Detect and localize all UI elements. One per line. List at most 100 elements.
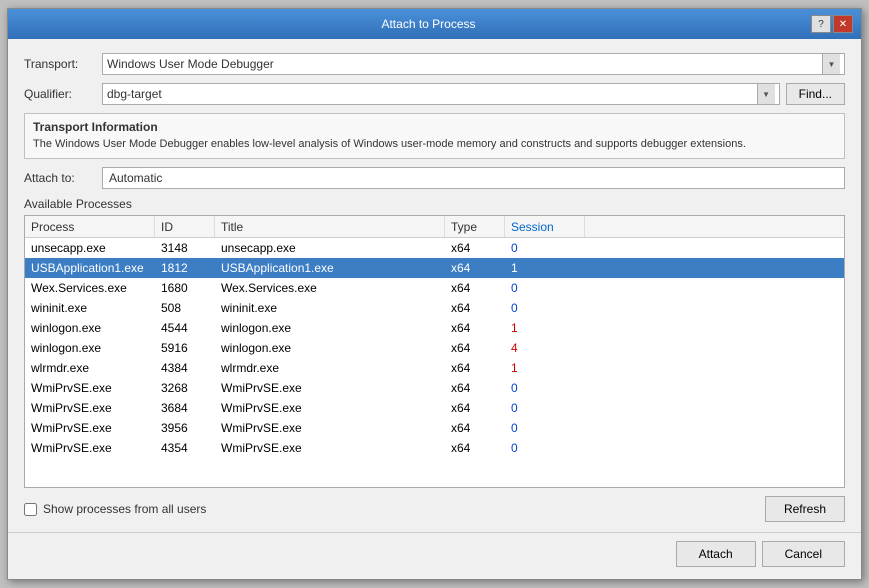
cell-title: winlogon.exe: [215, 339, 445, 357]
cell-type: x64: [445, 359, 505, 377]
cell-process: WmiPrvSE.exe: [25, 379, 155, 397]
attach-to-value: Automatic: [109, 171, 162, 185]
cell-process: WmiPrvSE.exe: [25, 439, 155, 457]
cell-id: 3148: [155, 239, 215, 257]
cell-title: USBApplication1.exe: [215, 259, 445, 277]
cell-title: wlrmdr.exe: [215, 359, 445, 377]
title-bar-controls: ? ✕: [811, 15, 853, 33]
table-row[interactable]: winlogon.exe 5916 winlogon.exe x64 4: [25, 338, 844, 358]
find-button[interactable]: Find...: [786, 83, 845, 105]
cell-id: 3956: [155, 419, 215, 437]
cell-id: 4384: [155, 359, 215, 377]
cell-type: x64: [445, 399, 505, 417]
transport-combo[interactable]: Windows User Mode Debugger ▼: [102, 53, 845, 75]
col-header-id: ID: [155, 216, 215, 237]
table-row[interactable]: WmiPrvSE.exe 3268 WmiPrvSE.exe x64 0: [25, 378, 844, 398]
transport-control-wrapper: Windows User Mode Debugger ▼: [102, 53, 845, 75]
help-button[interactable]: ?: [811, 15, 831, 33]
dialog-title: Attach to Process: [46, 17, 811, 31]
table-row[interactable]: WmiPrvSE.exe 3956 WmiPrvSE.exe x64 0: [25, 418, 844, 438]
cell-title: WmiPrvSE.exe: [215, 419, 445, 437]
transport-combo-arrow: ▼: [822, 54, 840, 74]
cell-session: 1: [505, 319, 585, 337]
cell-type: x64: [445, 239, 505, 257]
cell-process: wlrmdr.exe: [25, 359, 155, 377]
cell-id: 4354: [155, 439, 215, 457]
cell-type: x64: [445, 379, 505, 397]
transport-info-title: Transport Information: [33, 120, 836, 134]
cell-title: winlogon.exe: [215, 319, 445, 337]
table-row[interactable]: Wex.Services.exe 1680 Wex.Services.exe x…: [25, 278, 844, 298]
col-header-title: Title: [215, 216, 445, 237]
bottom-row: Show processes from all users Refresh: [24, 496, 845, 522]
table-row[interactable]: unsecapp.exe 3148 unsecapp.exe x64 0: [25, 238, 844, 258]
transport-value: Windows User Mode Debugger: [107, 57, 274, 71]
cell-type: x64: [445, 299, 505, 317]
attach-button[interactable]: Attach: [676, 541, 756, 567]
footer-buttons: Attach Cancel: [8, 532, 861, 579]
refresh-button[interactable]: Refresh: [765, 496, 845, 522]
cell-id: 3268: [155, 379, 215, 397]
cell-title: Wex.Services.exe: [215, 279, 445, 297]
table-row[interactable]: wininit.exe 508 wininit.exe x64 0: [25, 298, 844, 318]
process-table: Process ID Title Type Session unsecapp.e…: [24, 215, 845, 488]
show-all-checkbox[interactable]: [24, 503, 37, 516]
show-all-label: Show processes from all users: [43, 502, 206, 516]
cell-id: 1812: [155, 259, 215, 277]
transport-info-text: The Windows User Mode Debugger enables l…: [33, 137, 836, 152]
cell-session: 0: [505, 239, 585, 257]
table-body[interactable]: unsecapp.exe 3148 unsecapp.exe x64 0 USB…: [25, 238, 844, 487]
cell-session: 1: [505, 259, 585, 277]
attach-to-row: Attach to: Automatic: [24, 167, 845, 189]
table-row[interactable]: USBApplication1.exe 1812 USBApplication1…: [25, 258, 844, 278]
cell-id: 1680: [155, 279, 215, 297]
attach-to-label: Attach to:: [24, 171, 94, 185]
cell-type: x64: [445, 319, 505, 337]
qualifier-combo[interactable]: dbg-target ▼: [102, 83, 780, 105]
qualifier-label: Qualifier:: [24, 87, 94, 101]
transport-info-box: Transport Information The Windows User M…: [24, 113, 845, 159]
cell-process: unsecapp.exe: [25, 239, 155, 257]
table-row[interactable]: winlogon.exe 4544 winlogon.exe x64 1: [25, 318, 844, 338]
cell-session: 0: [505, 419, 585, 437]
close-button[interactable]: ✕: [833, 15, 853, 33]
cell-process: USBApplication1.exe: [25, 259, 155, 277]
cell-process: WmiPrvSE.exe: [25, 419, 155, 437]
cell-title: WmiPrvSE.exe: [215, 379, 445, 397]
qualifier-value: dbg-target: [107, 87, 162, 101]
cell-id: 5916: [155, 339, 215, 357]
cell-process: Wex.Services.exe: [25, 279, 155, 297]
cell-process: wininit.exe: [25, 299, 155, 317]
cell-title: WmiPrvSE.exe: [215, 439, 445, 457]
qualifier-control-wrapper: dbg-target ▼ Find...: [102, 83, 845, 105]
cancel-button[interactable]: Cancel: [762, 541, 845, 567]
cell-process: WmiPrvSE.exe: [25, 399, 155, 417]
col-header-type: Type: [445, 216, 505, 237]
cell-title: unsecapp.exe: [215, 239, 445, 257]
cell-process: winlogon.exe: [25, 339, 155, 357]
cell-type: x64: [445, 259, 505, 277]
cell-session: 0: [505, 379, 585, 397]
cell-id: 3684: [155, 399, 215, 417]
table-row[interactable]: wlrmdr.exe 4384 wlrmdr.exe x64 1: [25, 358, 844, 378]
qualifier-combo-arrow: ▼: [757, 84, 775, 104]
available-processes-title: Available Processes: [24, 197, 845, 211]
title-bar: Attach to Process ? ✕: [8, 9, 861, 39]
cell-session: 0: [505, 399, 585, 417]
cell-type: x64: [445, 339, 505, 357]
attach-to-process-dialog: Attach to Process ? ✕ Transport: Windows…: [7, 8, 862, 580]
cell-title: WmiPrvSE.exe: [215, 399, 445, 417]
cell-id: 4544: [155, 319, 215, 337]
cell-session: 0: [505, 279, 585, 297]
cell-type: x64: [445, 419, 505, 437]
cell-session: 1: [505, 359, 585, 377]
cell-type: x64: [445, 279, 505, 297]
attach-to-field[interactable]: Automatic: [102, 167, 845, 189]
col-header-process: Process: [25, 216, 155, 237]
transport-row: Transport: Windows User Mode Debugger ▼: [24, 53, 845, 75]
table-row[interactable]: WmiPrvSE.exe 3684 WmiPrvSE.exe x64 0: [25, 398, 844, 418]
table-row[interactable]: WmiPrvSE.exe 4354 WmiPrvSE.exe x64 0: [25, 438, 844, 458]
table-header: Process ID Title Type Session: [25, 216, 844, 238]
cell-process: winlogon.exe: [25, 319, 155, 337]
show-all-row: Show processes from all users: [24, 502, 206, 516]
